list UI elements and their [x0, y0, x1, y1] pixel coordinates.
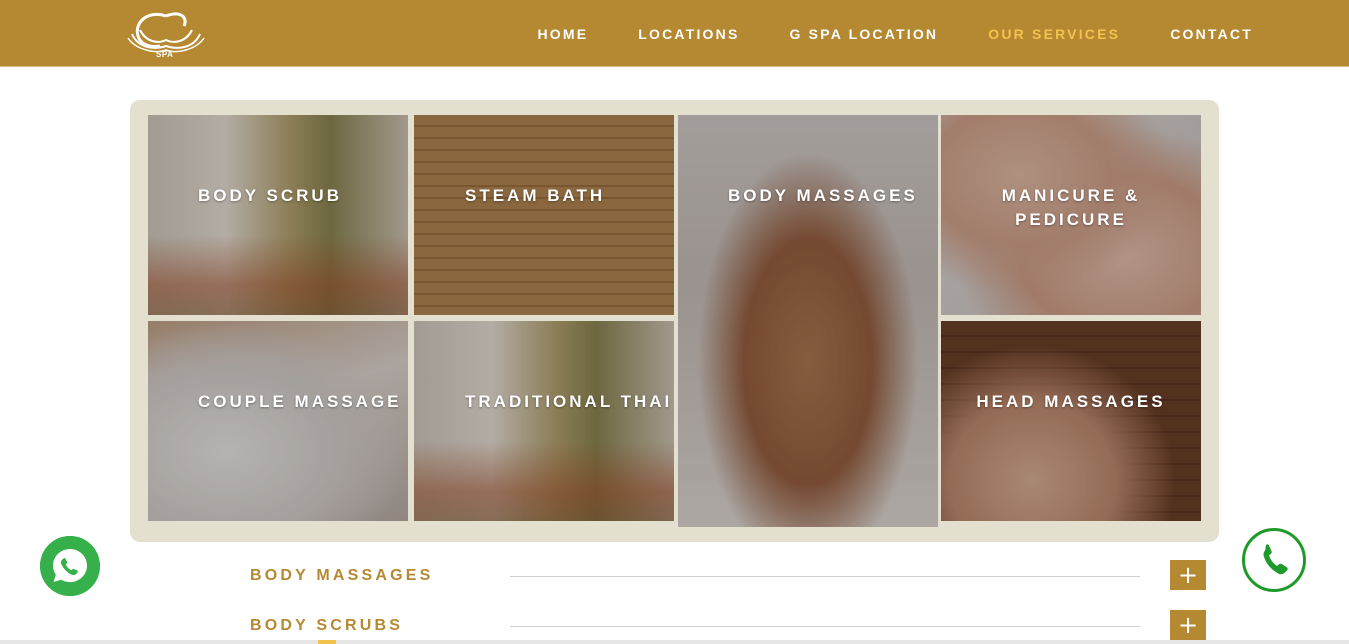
nav-home[interactable]: HOME [537, 26, 588, 42]
service-label-line2: PEDICURE [1015, 210, 1127, 229]
whatsapp-button[interactable] [40, 536, 100, 596]
divider [510, 576, 1140, 577]
nav-our-services[interactable]: OUR SERVICES [988, 26, 1120, 42]
main-nav: HOME LOCATIONS G SPA LOCATION OUR SERVIC… [487, 0, 1253, 67]
service-tile-manicure-pedicure[interactable]: MANICURE & PEDICURE [941, 115, 1201, 315]
service-label: STEAM BATH [465, 186, 606, 205]
service-label: TRADITIONAL THAI [465, 392, 673, 411]
service-tile-body-massages[interactable]: BODY MASSAGES [678, 115, 938, 527]
site-header: SPA HOME LOCATIONS G SPA LOCATION OUR SE… [0, 0, 1349, 67]
nav-locations[interactable]: LOCATIONS [638, 26, 739, 42]
bottom-scroll-bar [0, 640, 1349, 644]
service-label-line1: MANICURE & [1001, 186, 1141, 205]
accordion-item-body-scrubs[interactable]: BODY SCRUBS + [250, 608, 1206, 644]
service-label: HEAD MASSAGES [976, 392, 1166, 411]
service-tile-steam-bath[interactable]: STEAM BATH [414, 115, 674, 315]
accordion-title[interactable]: BODY SCRUBS [250, 617, 403, 635]
site-logo[interactable]: SPA [126, 8, 206, 60]
divider [510, 626, 1140, 627]
service-tile-body-scrub[interactable]: BODY SCRUB [148, 115, 408, 315]
service-tile-couple-massage[interactable]: COUPLE MASSAGE [148, 321, 408, 521]
service-tile-traditional-thai[interactable]: TRADITIONAL THAI [414, 321, 674, 521]
call-button[interactable] [1242, 528, 1306, 592]
logo-text: SPA [156, 50, 174, 59]
expand-plus-icon[interactable]: + [1170, 610, 1206, 640]
accordion-title[interactable]: BODY MASSAGES [250, 567, 434, 585]
accordion-item-body-massages[interactable]: BODY MASSAGES + [250, 558, 1206, 594]
service-label: BODY SCRUB [198, 186, 342, 205]
service-label: COUPLE MASSAGE [198, 392, 402, 411]
nav-contact[interactable]: CONTACT [1170, 26, 1253, 42]
service-label: BODY MASSAGES [728, 186, 918, 205]
service-tile-head-massages[interactable]: HEAD MASSAGES [941, 321, 1201, 521]
expand-plus-icon[interactable]: + [1170, 560, 1206, 590]
bottom-accent [318, 640, 336, 644]
whatsapp-icon [40, 536, 100, 596]
phone-icon [1263, 544, 1288, 575]
nav-g-spa-location[interactable]: G SPA LOCATION [789, 26, 938, 42]
services-panel: BODY SCRUB STEAM BATH BODY MASSAGES MANI… [130, 100, 1219, 542]
